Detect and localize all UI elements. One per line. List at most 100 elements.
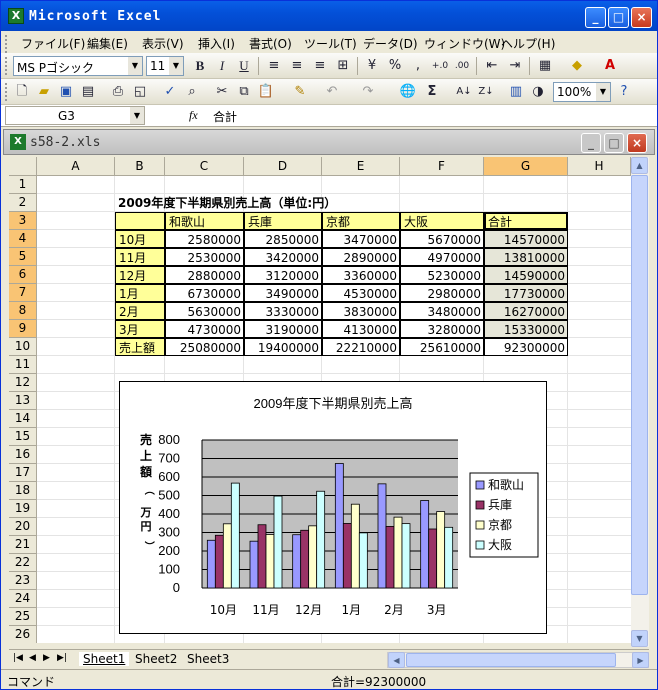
month-label-cell[interactable]: 10月	[115, 230, 165, 248]
value-cell[interactable]: 2890000	[322, 248, 400, 266]
row-header-2[interactable]: 2	[9, 194, 37, 212]
name-box[interactable]: G3 ▼	[5, 106, 145, 125]
value-cell[interactable]: 2980000	[400, 284, 484, 302]
menu-insert[interactable]: 挿入(I)	[198, 35, 235, 52]
column-header-h[interactable]: H	[568, 157, 631, 176]
redo-icon[interactable]: ↷	[359, 83, 377, 101]
close-button[interactable]: ×	[631, 7, 652, 28]
save-icon[interactable]: ▣	[57, 83, 75, 101]
row-header-15[interactable]: 15	[9, 428, 37, 446]
column-header-d[interactable]: D	[244, 157, 322, 176]
value-cell[interactable]: 4530000	[322, 284, 400, 302]
value-cell[interactable]: 3420000	[244, 248, 322, 266]
workbook-maximize-button[interactable]: □	[604, 133, 624, 153]
total-sum-cell[interactable]: 13810000	[484, 248, 568, 266]
value-cell[interactable]: 5670000	[400, 230, 484, 248]
total-value-cell[interactable]: 92300000	[484, 338, 568, 356]
column-label-cell[interactable]: 合計	[484, 212, 568, 230]
align-right-icon[interactable]: ≡	[311, 57, 329, 75]
row-header-25[interactable]: 25	[9, 608, 37, 626]
row-header-5[interactable]: 5	[9, 248, 37, 266]
minimize-button[interactable]: _	[585, 7, 606, 28]
excel-app-icon[interactable]: X	[8, 8, 24, 24]
menu-grip[interactable]	[5, 35, 8, 53]
spelling-icon[interactable]: ✓	[161, 83, 179, 101]
value-cell[interactable]: 4730000	[165, 320, 244, 338]
row-header-20[interactable]: 20	[9, 518, 37, 536]
print-preview-icon[interactable]: ◱	[131, 83, 149, 101]
value-cell[interactable]: 2880000	[165, 266, 244, 284]
value-cell[interactable]: 2580000	[165, 230, 244, 248]
total-sum-cell[interactable]: 15330000	[484, 320, 568, 338]
column-label-cell[interactable]: 和歌山	[165, 212, 244, 230]
last-sheet-icon[interactable]: ▶|	[57, 653, 67, 663]
sheet-tab-2[interactable]: Sheet2	[131, 652, 181, 666]
row-header-7[interactable]: 7	[9, 284, 37, 302]
chart-object[interactable]: 2009年度下半期県別売上高 0 100 200 300 400 500 600 700 800 売…	[119, 381, 547, 634]
drawing-icon[interactable]: ◑	[529, 83, 547, 101]
zoom-dropdown[interactable]: 100% ▼	[553, 82, 611, 102]
scroll-down-icon[interactable]: ▼	[631, 630, 648, 647]
row-header-14[interactable]: 14	[9, 410, 37, 428]
row-header-26[interactable]: 26	[9, 626, 37, 643]
print-icon[interactable]: ⎙	[109, 83, 127, 101]
menu-window[interactable]: ウィンドウ(W)	[424, 35, 505, 52]
row-header-23[interactable]: 23	[9, 572, 37, 590]
total-sum-cell[interactable]: 14570000	[484, 230, 568, 248]
value-cell[interactable]: 3360000	[322, 266, 400, 284]
fill-color-icon[interactable]: ◆	[568, 57, 586, 75]
value-cell[interactable]: 4970000	[400, 248, 484, 266]
value-cell[interactable]: 3330000	[244, 302, 322, 320]
total-sum-cell[interactable]: 14590000	[484, 266, 568, 284]
menu-edit[interactable]: 編集(E)	[87, 35, 128, 52]
month-label-cell[interactable]: 2月	[115, 302, 165, 320]
menu-file[interactable]: ファイル(F)	[21, 35, 85, 52]
permission-icon[interactable]: ▤	[79, 83, 97, 101]
value-cell[interactable]: 3280000	[400, 320, 484, 338]
month-label-cell[interactable]: 11月	[115, 248, 165, 266]
sheet-tab-1[interactable]: Sheet1	[79, 652, 130, 666]
row-header-8[interactable]: 8	[9, 302, 37, 320]
chevron-down-icon[interactable]: ▼	[130, 107, 144, 124]
sheet-tab-3[interactable]: Sheet3	[183, 652, 233, 666]
decrease-indent-icon[interactable]: ⇤	[483, 57, 501, 75]
workbook-minimize-button[interactable]: _	[581, 133, 601, 153]
open-folder-icon[interactable]: ▰	[35, 83, 53, 101]
total-value-cell[interactable]: 25080000	[165, 338, 244, 356]
font-color-icon[interactable]: A	[601, 57, 619, 75]
row-header-24[interactable]: 24	[9, 590, 37, 608]
format-painter-icon[interactable]: ✎	[291, 83, 309, 101]
row-header-13[interactable]: 13	[9, 392, 37, 410]
undo-icon[interactable]: ↶	[323, 83, 341, 101]
value-cell[interactable]: 5630000	[165, 302, 244, 320]
toolbar-grip[interactable]	[5, 83, 8, 101]
row-header-1[interactable]: 1	[9, 176, 37, 194]
value-cell[interactable]: 3480000	[400, 302, 484, 320]
month-label-cell[interactable]: 3月	[115, 320, 165, 338]
row-header-9[interactable]: 9	[9, 320, 37, 338]
autosum-button[interactable]: Σ	[423, 83, 441, 101]
increase-decimal-icon[interactable]: +.0	[431, 57, 449, 75]
row-header-3[interactable]: 3	[9, 212, 37, 230]
workbook-icon[interactable]: X	[10, 134, 26, 150]
vertical-scrollbar[interactable]: ▲ ▼	[631, 157, 649, 647]
column-header-e[interactable]: E	[322, 157, 400, 176]
value-cell[interactable]: 4130000	[322, 320, 400, 338]
row-header-16[interactable]: 16	[9, 446, 37, 464]
increase-indent-icon[interactable]: ⇥	[506, 57, 524, 75]
currency-icon[interactable]: ¥	[363, 57, 381, 75]
column-header-f[interactable]: F	[400, 157, 484, 176]
bold-button[interactable]: B	[191, 57, 209, 75]
total-value-cell[interactable]: 25610000	[400, 338, 484, 356]
menu-help[interactable]: ヘルプ(H)	[501, 35, 555, 52]
value-cell[interactable]: 3830000	[322, 302, 400, 320]
align-left-icon[interactable]: ≡	[265, 57, 283, 75]
row-header-12[interactable]: 12	[9, 374, 37, 392]
total-label-cell[interactable]: 売上額	[115, 338, 165, 356]
next-sheet-icon[interactable]: ▶	[43, 653, 50, 663]
row-header-19[interactable]: 19	[9, 500, 37, 518]
row-header-18[interactable]: 18	[9, 482, 37, 500]
comma-button[interactable]: ,	[409, 57, 427, 75]
row-header-4[interactable]: 4	[9, 230, 37, 248]
row-header-10[interactable]: 10	[9, 338, 37, 356]
